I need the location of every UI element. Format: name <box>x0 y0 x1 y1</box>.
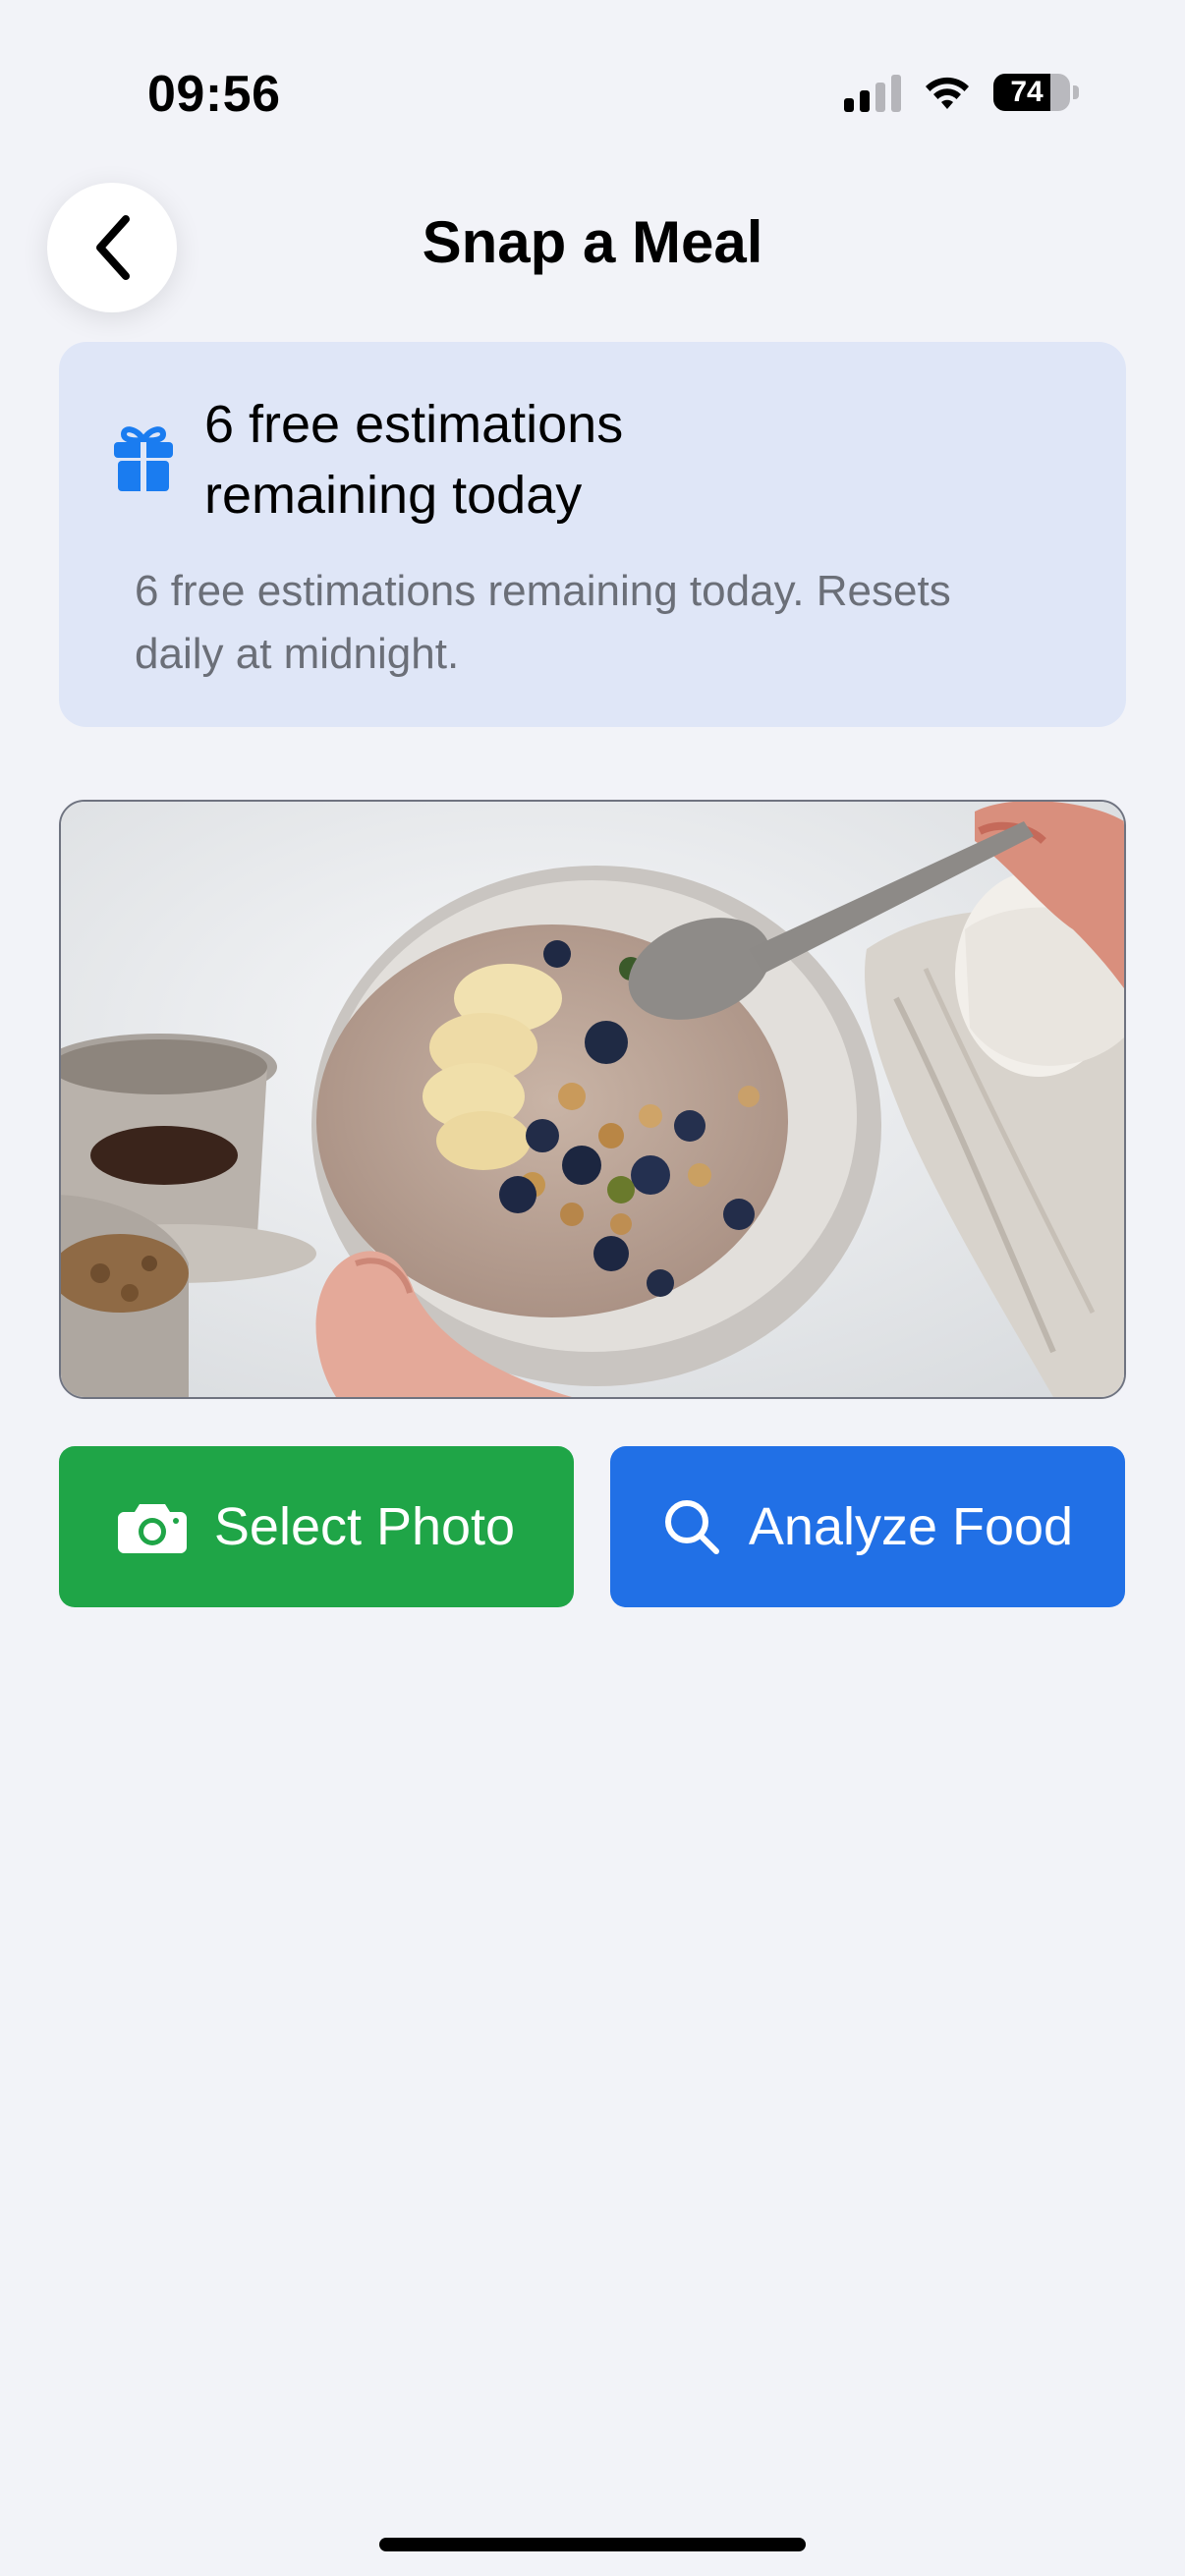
description-line-2: daily at midnight. <box>135 630 460 678</box>
description-line-1: 6 free estimations remaining today. Rese… <box>135 567 951 615</box>
search-icon <box>664 1500 719 1554</box>
cellular-signal-icon <box>844 73 901 112</box>
gift-icon <box>114 426 173 491</box>
free-estimations-card: 6 free estimations remaining today 6 fre… <box>59 342 1126 727</box>
analyze-food-label: Analyze Food <box>748 1497 1074 1556</box>
status-bar: 09:56 74 <box>0 0 1185 147</box>
status-time: 09:56 <box>147 66 281 123</box>
page-title: Snap a Meal <box>422 209 763 275</box>
estimations-heading: 6 free estimations remaining today <box>204 389 1069 531</box>
heading-line-2: remaining today <box>204 466 583 525</box>
select-photo-label: Select Photo <box>213 1497 516 1556</box>
heading-line-1: 6 free estimations <box>204 395 624 454</box>
wifi-icon <box>926 77 969 109</box>
battery-icon: 74 <box>993 74 1079 111</box>
status-icons: 74 <box>844 73 1079 112</box>
meal-photo <box>59 800 1126 1399</box>
battery-level: 74 <box>1010 76 1044 108</box>
select-photo-button[interactable]: Select Photo <box>59 1446 574 1607</box>
camera-icon <box>117 1504 187 1553</box>
estimations-description: 6 free estimations remaining today. Rese… <box>135 560 1078 686</box>
snap-meal-screen: 09:56 74 Snap a Meal 6 free estimations … <box>0 0 1185 2576</box>
analyze-food-button[interactable]: Analyze Food <box>610 1446 1125 1607</box>
home-indicator[interactable] <box>379 2538 806 2551</box>
